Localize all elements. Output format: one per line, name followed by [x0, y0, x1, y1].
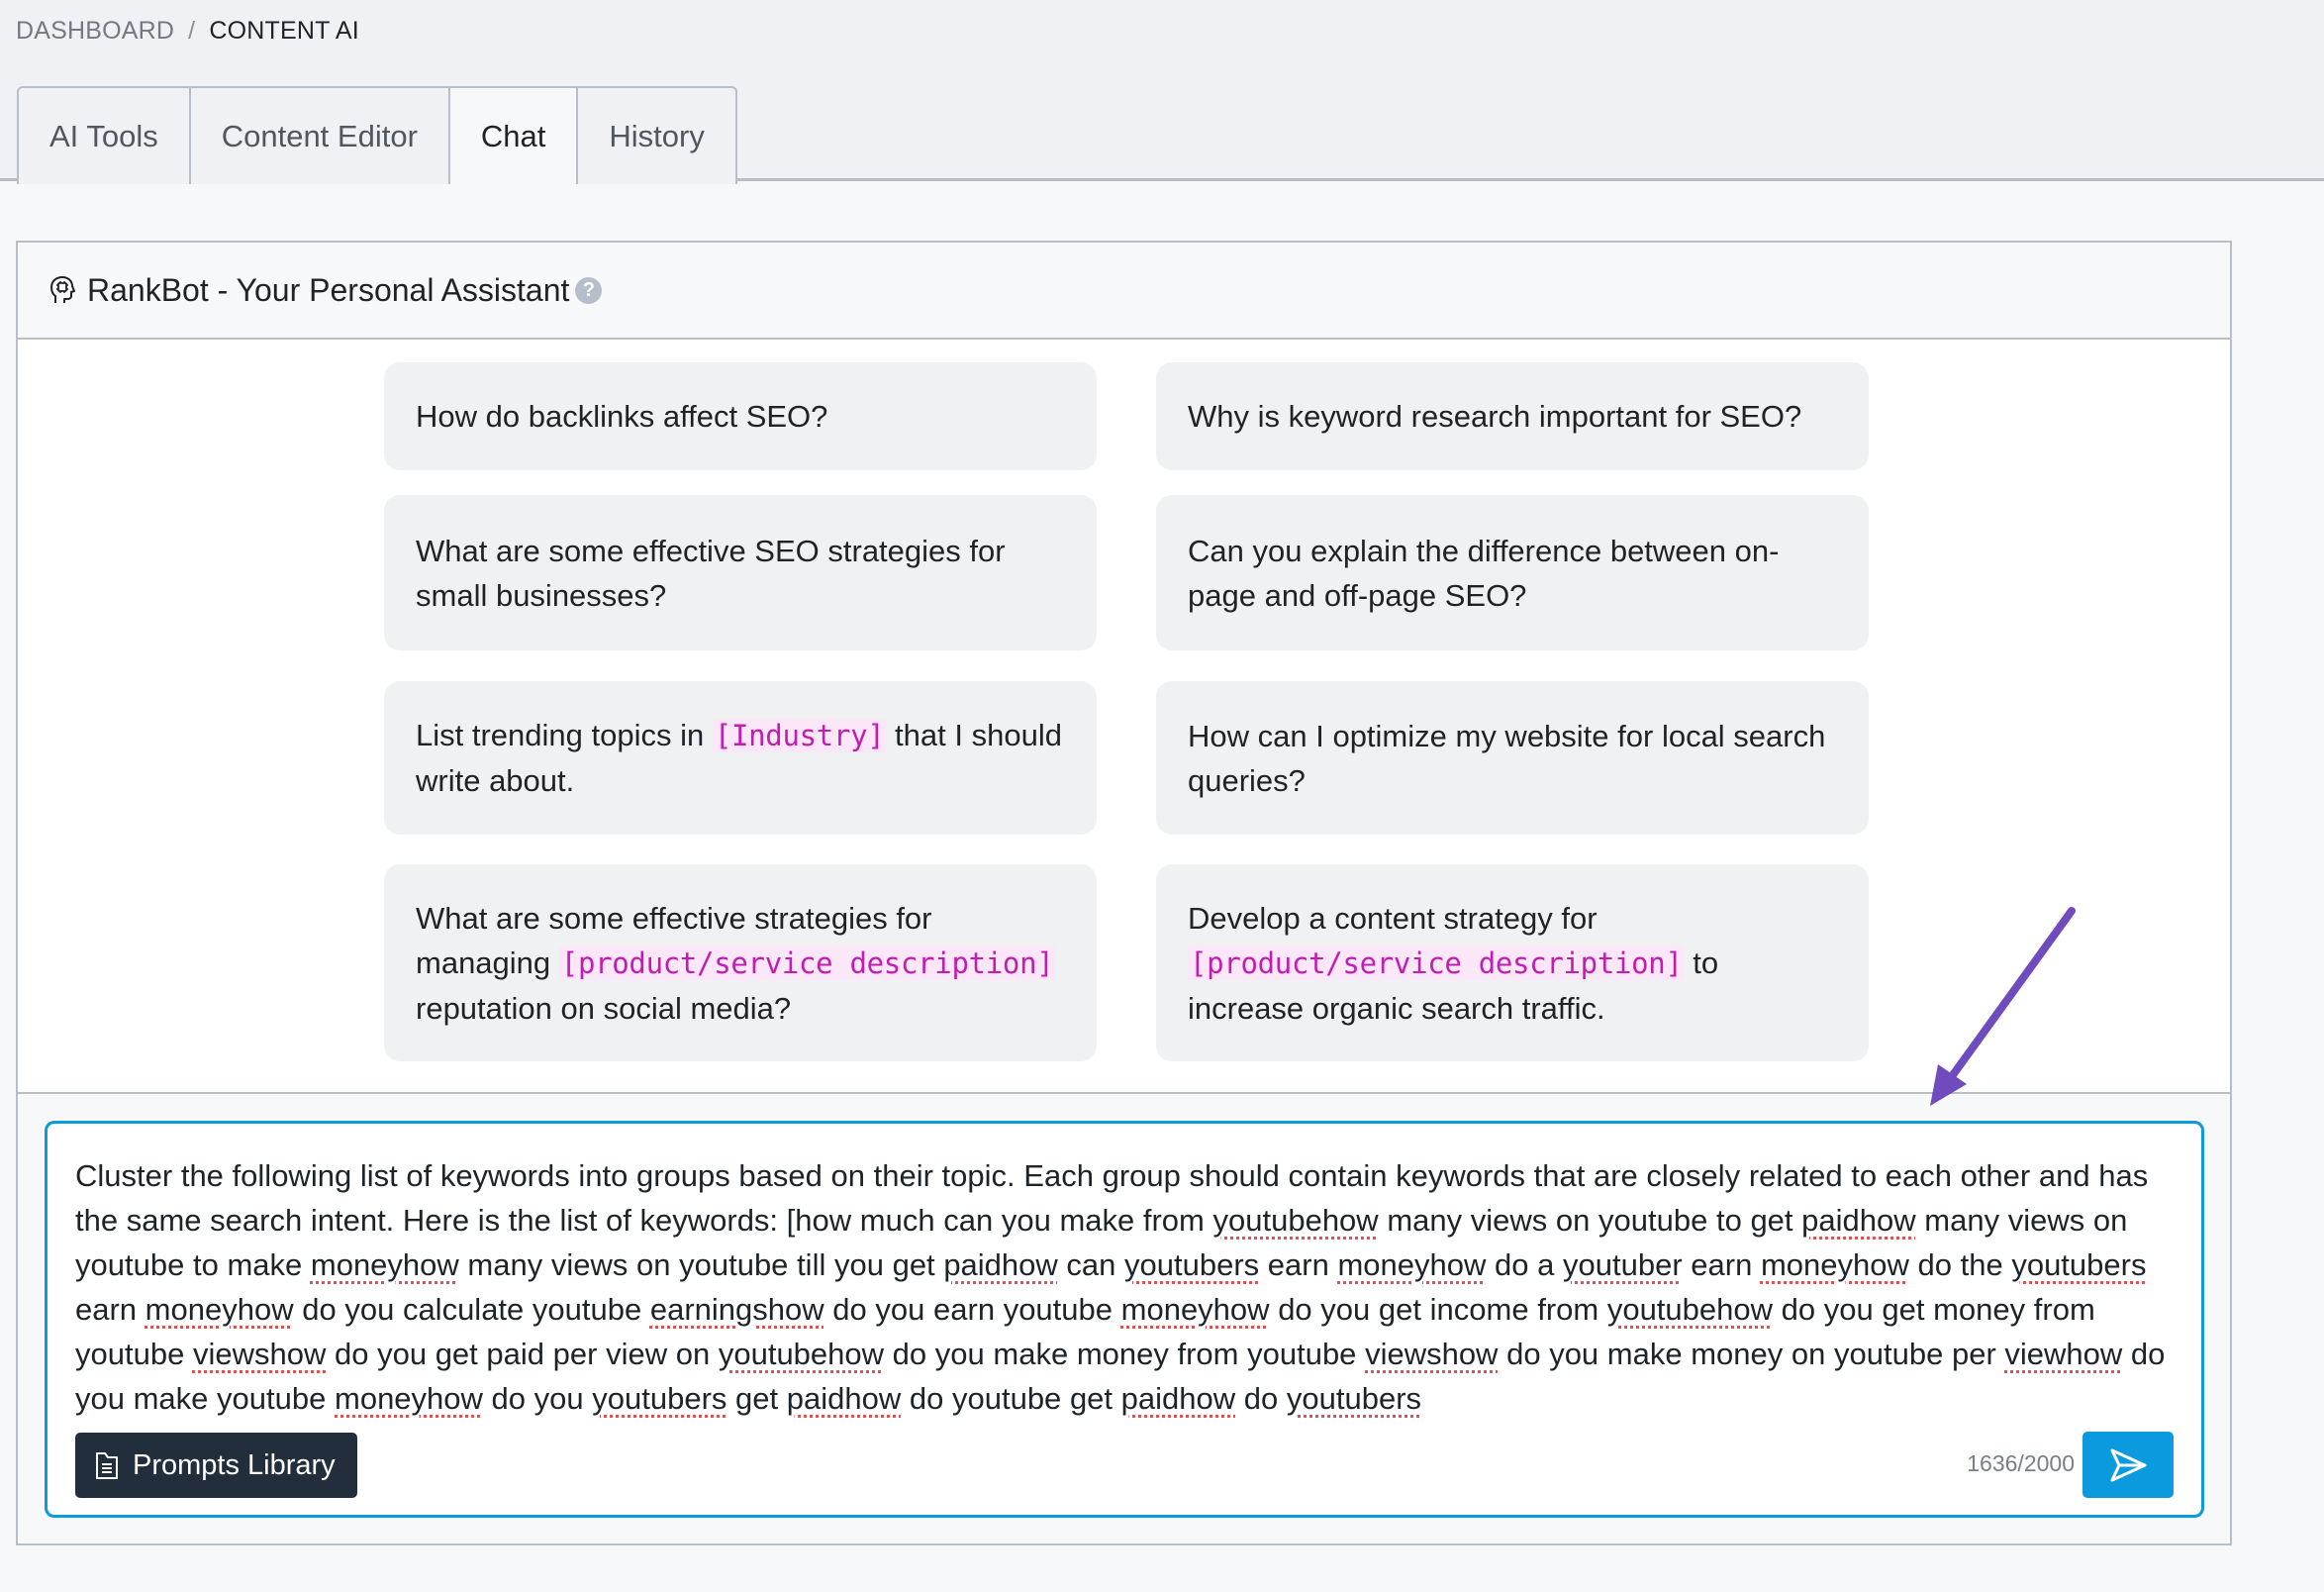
prompt-card[interactable]: How do backlinks affect SEO?: [384, 362, 1097, 470]
misspelled-word: moneyhow: [145, 1292, 294, 1327]
prompt-card-text: Can you explain the difference between o…: [1188, 533, 1780, 613]
document-icon: [95, 1450, 119, 1480]
prompt-card[interactable]: How can I optimize my website for local …: [1156, 681, 1869, 835]
misspelled-word: viewshow: [1365, 1337, 1499, 1371]
misspelled-word: earningshow: [649, 1292, 824, 1327]
misspelled-word: youtubehow: [1606, 1292, 1774, 1327]
tab-ai-tools[interactable]: AI Tools: [17, 86, 191, 184]
misspelled-word: moneyhow: [1337, 1247, 1487, 1282]
misspelled-word: paidhow: [786, 1381, 902, 1416]
chat-input[interactable]: Cluster the following list of keywords i…: [75, 1153, 2183, 1421]
prompt-card-text: How do backlinks affect SEO?: [416, 399, 828, 434]
misspelled-word: youtuber: [1563, 1247, 1683, 1282]
misspelled-word: youtubers: [2011, 1247, 2147, 1282]
misspelled-word: moneyhow: [1760, 1247, 1909, 1282]
prompt-card-text: List trending topics in [Industry] that …: [416, 718, 1062, 798]
prompt-card[interactable]: What are some effective strategies for m…: [384, 864, 1097, 1061]
brain-head-icon: [49, 275, 75, 305]
panel-title: RankBot - Your Personal Assistant: [87, 271, 570, 308]
prompt-placeholder: [product/service description]: [558, 945, 1056, 980]
suggested-prompts: How do backlinks affect SEO? Why is keyw…: [18, 340, 2230, 1094]
prompt-card-text: What are some effective strategies for m…: [416, 900, 1056, 1026]
top-area: DASHBOARD / CONTENT AI AI Tools Content …: [0, 0, 2324, 187]
misspelled-word: paidhow: [1120, 1381, 1236, 1416]
prompt-card[interactable]: List trending topics in [Industry] that …: [384, 681, 1097, 835]
breadcrumb-separator: /: [188, 17, 196, 45]
prompt-card-text: What are some effective SEO strategies f…: [416, 533, 1006, 613]
misspelled-word: viewshow: [192, 1337, 327, 1371]
misspelled-word: youtubehow: [718, 1337, 885, 1371]
prompt-card[interactable]: Why is keyword research important for SE…: [1156, 362, 1869, 470]
send-icon: [2108, 1447, 2148, 1483]
misspelled-word: youtubehow: [1212, 1203, 1379, 1238]
prompts-library-button[interactable]: Prompts Library: [75, 1433, 357, 1498]
misspelled-word: paidhow: [1801, 1203, 1916, 1238]
prompt-card[interactable]: Can you explain the difference between o…: [1156, 495, 1869, 650]
breadcrumb-dashboard[interactable]: DASHBOARD: [16, 17, 174, 46]
tab-history[interactable]: History: [576, 86, 737, 184]
prompt-card[interactable]: Develop a content strategy for [product/…: [1156, 864, 1869, 1061]
breadcrumb: DASHBOARD / CONTENT AI: [16, 17, 359, 46]
prompt-card-text: Develop a content strategy for [product/…: [1188, 900, 1719, 1026]
tab-bar: AI Tools Content Editor Chat History: [17, 86, 737, 187]
prompt-placeholder: [product/service description]: [1188, 945, 1685, 980]
help-icon[interactable]: ?: [575, 276, 603, 304]
chat-input-box: Cluster the following list of keywords i…: [45, 1121, 2204, 1518]
misspelled-word: viewhow: [2004, 1337, 2123, 1371]
send-button[interactable]: [2082, 1432, 2174, 1498]
tab-content-editor[interactable]: Content Editor: [188, 86, 450, 184]
prompt-card[interactable]: What are some effective SEO strategies f…: [384, 495, 1097, 650]
panel-header: RankBot - Your Personal Assistant ?: [18, 243, 2230, 340]
tab-chat[interactable]: Chat: [447, 86, 579, 187]
misspelled-word: youtubers: [592, 1381, 727, 1416]
misspelled-word: moneyhow: [310, 1247, 459, 1282]
prompt-placeholder: [Industry]: [712, 719, 887, 752]
prompt-card-text: How can I optimize my website for local …: [1188, 718, 1826, 798]
misspelled-word: youtubers: [1286, 1381, 1422, 1416]
prompt-card-text: Why is keyword research important for SE…: [1188, 399, 1802, 434]
misspelled-word: moneyhow: [1120, 1292, 1270, 1327]
breadcrumb-current: CONTENT AI: [209, 17, 359, 45]
misspelled-word: moneyhow: [335, 1381, 483, 1416]
rankbot-panel: RankBot - Your Personal Assistant ? How …: [16, 241, 2232, 1545]
misspelled-word: youtubers: [1124, 1247, 1260, 1282]
misspelled-word: paidhow: [943, 1247, 1058, 1282]
character-counter: 1636/2000: [1967, 1450, 2075, 1476]
prompts-library-label: Prompts Library: [133, 1448, 336, 1481]
